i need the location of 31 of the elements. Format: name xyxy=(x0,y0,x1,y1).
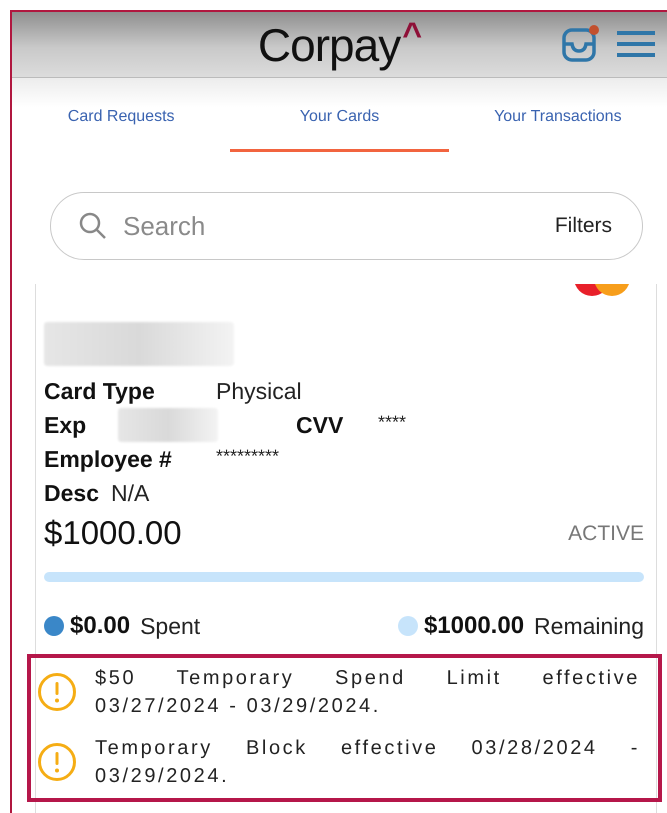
notice-text: Temporary Block effective 03/28/2024 - 03/29/2024. xyxy=(95,736,640,789)
field-value: N/A xyxy=(110,480,150,506)
card-brand-icon xyxy=(574,284,630,298)
field-label: Exp xyxy=(44,412,88,438)
field-value: **** xyxy=(378,412,406,433)
remaining-label: Remaining xyxy=(534,612,644,640)
search-icon xyxy=(79,212,107,240)
card-limit: $1000.00 xyxy=(44,514,182,552)
menu-icon[interactable] xyxy=(617,29,655,59)
field-label: CVV xyxy=(296,412,344,438)
field-value: Physical xyxy=(216,378,302,404)
search-field[interactable]: Search Filters xyxy=(50,192,643,260)
field-value: ********* xyxy=(216,446,280,467)
field-label: Card Type xyxy=(44,378,156,404)
warning-icon xyxy=(37,672,77,712)
legend-dot xyxy=(398,616,418,636)
tab[interactable]: Your Transactions xyxy=(448,78,667,152)
field-label: Employee # xyxy=(44,446,173,472)
logo: Corpay^ xyxy=(258,18,422,72)
status-label: ACTIVE xyxy=(568,522,644,546)
field-label: Desc xyxy=(44,480,99,506)
warning-icon xyxy=(37,742,77,782)
tab[interactable]: Card Requests xyxy=(12,78,230,152)
legend-dot xyxy=(44,616,64,636)
notice-text: $50 Temporary Spend Limit effective 03/27/2024 - 03/29/2024. xyxy=(95,666,640,719)
tab[interactable]: Your Cards xyxy=(230,78,449,152)
spent-amount: $0.00 xyxy=(70,612,130,640)
remaining-amount: $1000.00 xyxy=(424,612,524,640)
filters-button[interactable]: Filters xyxy=(548,213,618,239)
spent-label: Spent xyxy=(140,612,200,640)
inbox-icon[interactable] xyxy=(561,24,601,64)
